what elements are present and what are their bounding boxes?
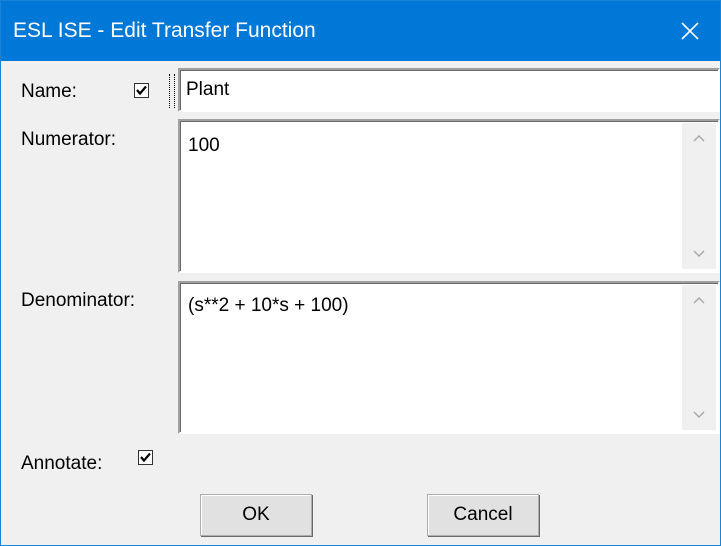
name-field[interactable]: Plant <box>178 68 720 112</box>
chevron-up-icon <box>693 135 705 142</box>
numerator-field[interactable]: 100 <box>178 119 720 273</box>
name-label: Name: <box>21 81 77 102</box>
numerator-scroll-up-button[interactable] <box>682 123 716 153</box>
title-bar[interactable]: ESL ISE - Edit Transfer Function <box>1 1 720 61</box>
numerator-label: Numerator: <box>21 129 117 150</box>
denominator-label: Denominator: <box>21 290 136 311</box>
name-checkbox[interactable] <box>134 83 149 98</box>
cancel-button-label: Cancel <box>453 504 513 525</box>
chevron-down-icon <box>693 411 705 418</box>
numerator-field-value: 100 <box>188 135 220 156</box>
focus-indicator <box>169 74 175 108</box>
denominator-field-value: (s**2 + 10*s + 100) <box>188 295 349 316</box>
name-field-value: Plant <box>186 79 230 100</box>
numerator-scroll-down-button[interactable] <box>682 239 716 269</box>
ok-button[interactable]: OK <box>200 494 312 536</box>
denominator-scroll-up-button[interactable] <box>682 285 716 315</box>
denominator-field[interactable]: (s**2 + 10*s + 100) <box>178 281 720 434</box>
checkmark-icon <box>136 85 147 96</box>
cancel-button[interactable]: Cancel <box>427 494 539 536</box>
annotate-checkbox[interactable] <box>138 450 153 465</box>
edit-transfer-function-dialog: ESL ISE - Edit Transfer Function Name: P… <box>0 0 721 546</box>
checkmark-icon <box>140 452 151 463</box>
denominator-scroll-down-button[interactable] <box>682 400 716 430</box>
chevron-down-icon <box>693 250 705 257</box>
window-title: ESL ISE - Edit Transfer Function <box>13 19 316 42</box>
annotate-label: Annotate: <box>21 453 103 474</box>
numerator-scrollbar[interactable] <box>682 123 716 269</box>
denominator-scrollbar[interactable] <box>682 285 716 430</box>
ok-button-label: OK <box>242 504 270 525</box>
chevron-up-icon <box>693 297 705 304</box>
close-icon <box>681 22 699 40</box>
close-button[interactable] <box>660 1 720 61</box>
